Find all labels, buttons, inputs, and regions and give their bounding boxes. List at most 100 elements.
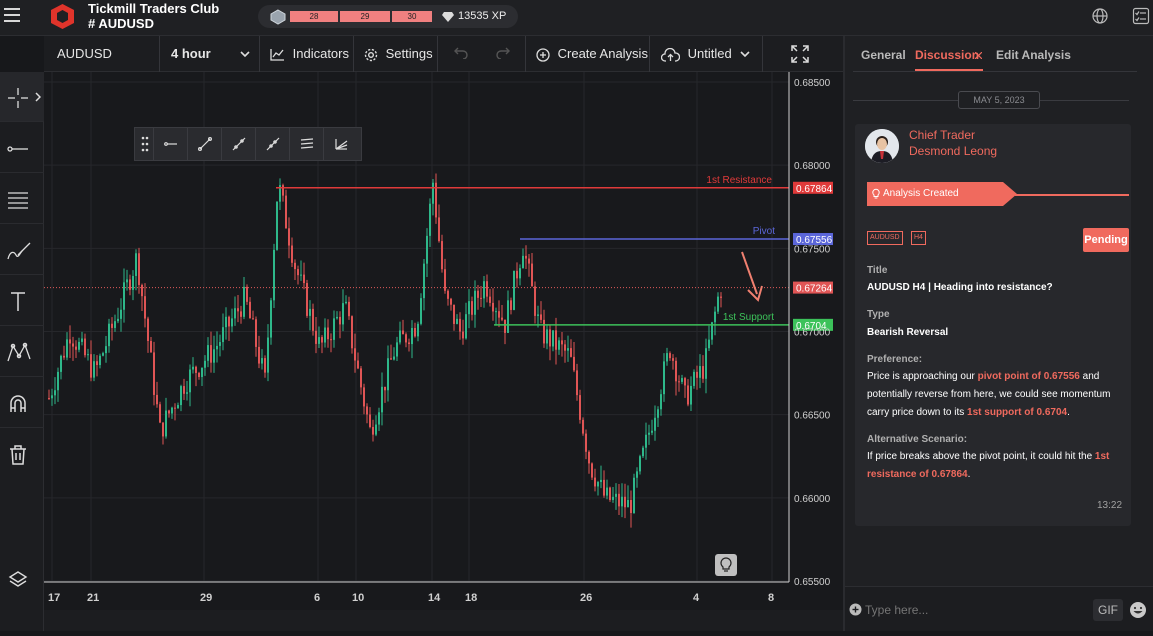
candle-body [285,195,287,229]
candle-body [537,314,539,316]
author-name[interactable]: Desmond Leong [909,144,997,158]
candle-body [528,258,530,264]
candle-body [387,358,389,391]
avatar[interactable] [865,129,899,163]
candle-body [693,371,695,386]
tab-edit-analysis[interactable]: Edit Analysis [996,48,1071,62]
fan-tool-button[interactable] [323,128,357,160]
layers-icon[interactable] [8,570,28,590]
xp-value: 13535 XP [458,10,507,22]
candle-body [309,308,311,316]
undo-icon[interactable] [454,47,468,59]
candle-body [219,342,221,346]
candle-body [504,319,506,333]
parallel-line-tool-button[interactable] [255,128,289,160]
xp-segment: 29 [340,11,390,22]
price-tick-label: 0.68000 [794,161,831,172]
symbol-selector[interactable]: AUDUSD [44,36,160,72]
drawing-tools-sidebar [0,72,44,631]
indicators-button[interactable]: Indicators [260,36,354,72]
candle-body [606,487,608,496]
candle-body [390,358,392,360]
gif-button[interactable]: GIF [1093,599,1123,621]
banner-line [1015,194,1129,196]
add-circle-icon[interactable] [849,603,862,616]
candle-body [159,404,161,423]
candle-body [63,355,65,358]
crosshair-tool[interactable] [0,72,44,122]
candle-body [369,414,371,428]
alternative-label: Alternative Scenario: [867,434,968,445]
fib-tool[interactable] [0,174,44,224]
ray-tool-button[interactable] [153,128,187,160]
magnet-tool[interactable] [0,378,44,428]
tab-general[interactable]: General [861,48,906,62]
pivot-highlight: pivot point of 0.67556 [977,371,1080,382]
candle-body [60,355,62,372]
candle-body [657,409,659,418]
brush-tool[interactable] [0,225,44,275]
candle-body [276,201,278,250]
chevron-down-icon [740,51,750,58]
candle-body [444,269,446,291]
text-tool[interactable] [0,276,44,326]
tasks-icon[interactable] [1132,7,1150,25]
candle-body [240,311,242,317]
candle-body [594,477,596,487]
interval-selector[interactable]: 4 hour [160,36,260,72]
message-input[interactable] [865,599,1085,621]
segment-tool-button[interactable] [187,128,221,160]
horizontal-ray-icon [7,146,28,152]
candle-body [252,318,254,320]
candle-body [660,394,662,410]
close-icon[interactable] [975,52,982,59]
candle-body [654,417,656,431]
candle-body [204,360,206,368]
candle-body [618,493,620,507]
preference-text-part: Price is approaching our [867,371,978,382]
ideas-button[interactable] [715,554,737,576]
candle-body [267,337,269,373]
top-bar: Tickmill Traders Club # AUDUSD 28 29 30 … [0,0,1153,36]
line-tool[interactable] [0,123,44,173]
candle-body [300,274,302,276]
candle-body [84,338,86,356]
author-role[interactable]: Chief Trader [909,128,975,142]
delete-tool[interactable] [0,429,44,479]
emoji-icon[interactable] [1129,601,1147,619]
candle-body [366,406,368,415]
chart-toolbar: AUDUSD 4 hour Indicators Settings Create… [44,36,843,72]
candle-body [459,318,461,332]
trend-line-icon [232,137,246,151]
candle-body [93,361,95,378]
channel-tool-button[interactable] [289,128,323,160]
candle-body [132,275,134,290]
trend-line-tool-button[interactable] [221,128,255,160]
hamburger-menu-icon[interactable] [4,8,20,22]
pattern-tool[interactable] [0,327,44,377]
candle-body [291,245,293,263]
lightbulb-icon [872,188,880,199]
tab-discussion[interactable]: Discussion [915,48,979,62]
layout-selector[interactable]: Untitled [650,36,763,72]
candle-body [177,405,179,409]
candle-body [288,228,290,246]
price-tick-label: 0.65500 [794,577,831,588]
fullscreen-icon[interactable] [790,44,810,64]
candle-body [231,318,233,327]
preference-text-part: . [1067,407,1070,418]
drag-handle-icon[interactable] [141,136,149,152]
candle-body [519,268,521,279]
candle-body [90,354,92,378]
globe-icon[interactable] [1091,7,1109,25]
create-analysis-button[interactable]: Create Analysis [526,36,650,72]
fib-fan-icon [335,139,348,150]
candle-body [318,337,320,344]
candle-body [222,327,224,343]
price-tick-label: 0.66500 [794,411,831,422]
redo-icon[interactable] [496,47,510,59]
settings-button[interactable]: Settings [354,36,438,72]
candle-body [690,385,692,405]
candle-body [663,361,665,395]
cloud-upload-icon [661,47,680,62]
